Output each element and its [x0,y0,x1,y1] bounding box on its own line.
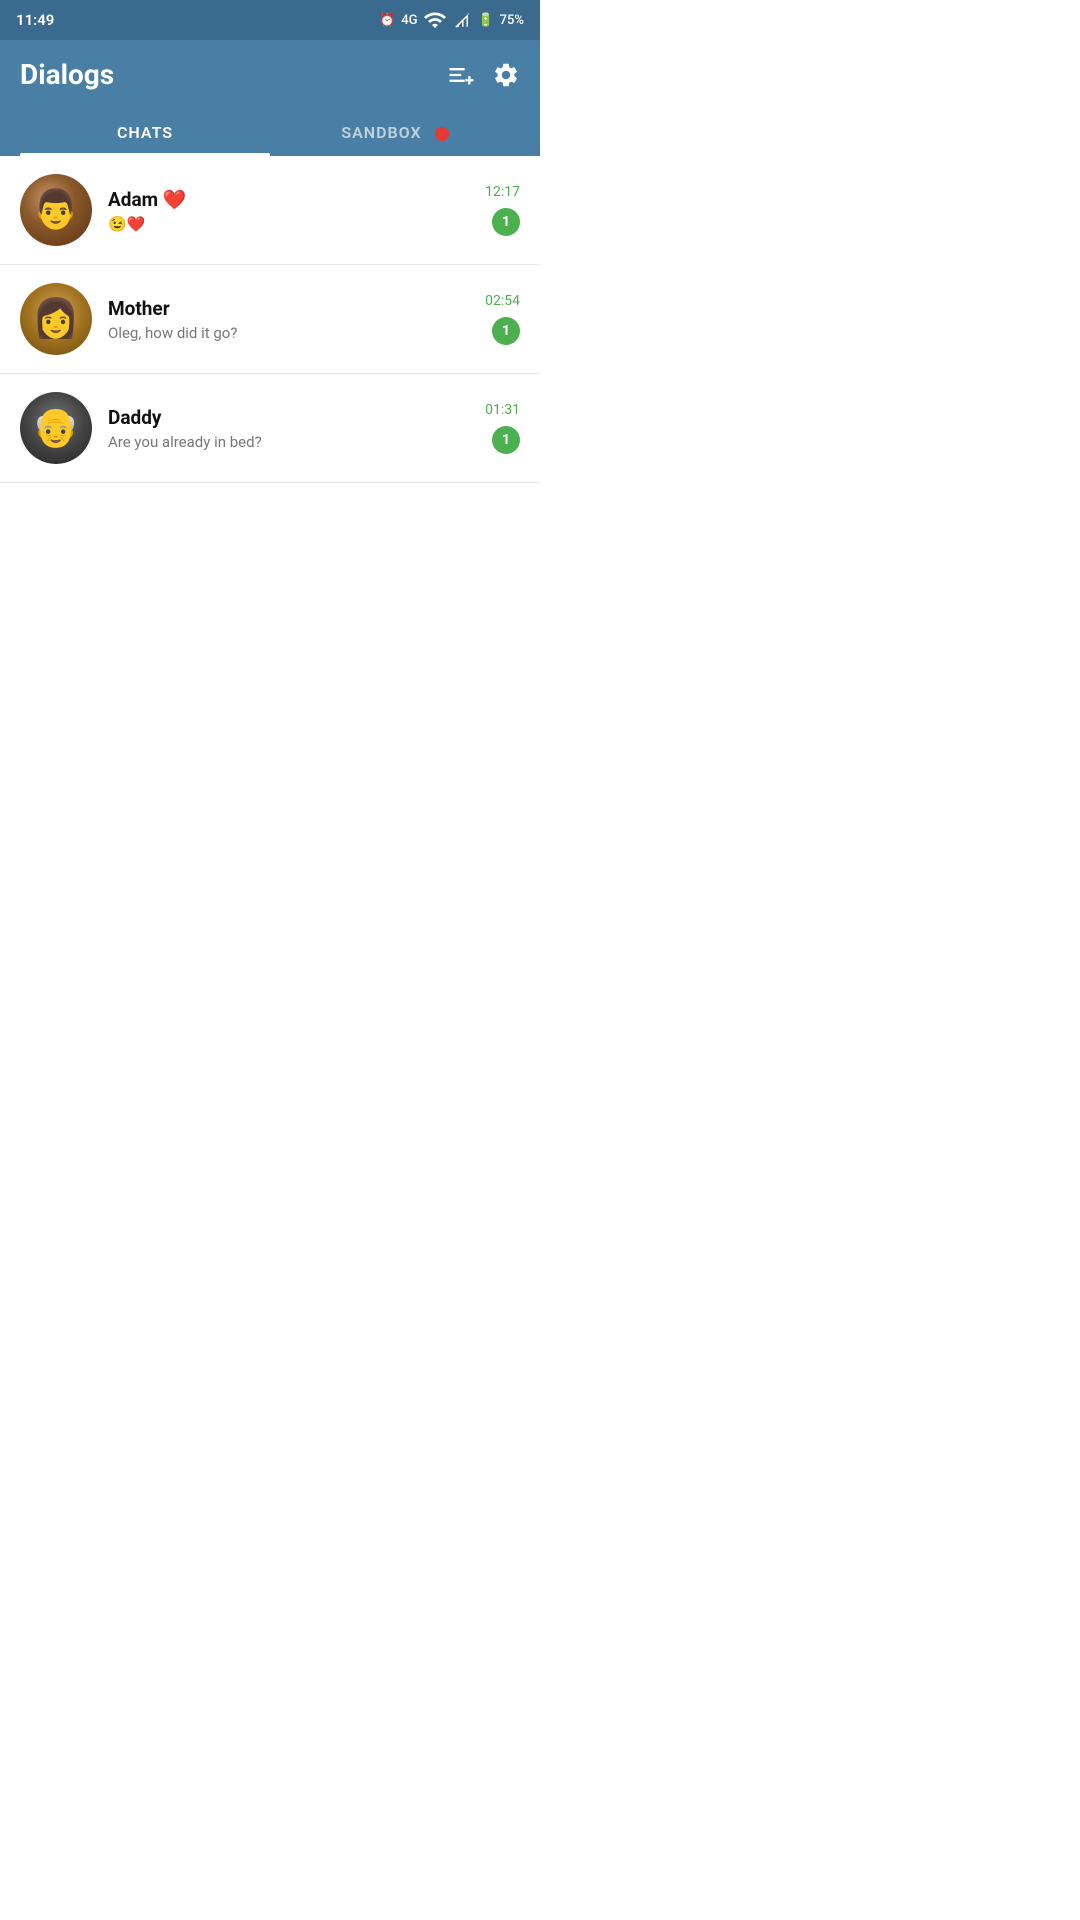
chat-name-mother: Mother [108,297,473,320]
chat-name-daddy: Daddy [108,406,473,429]
status-time: 11:49 [16,11,54,29]
avatar-mother [20,283,92,355]
add-chat-button[interactable] [446,61,474,89]
header-top: Dialogs [20,58,520,109]
chat-name-adam: Adam ❤️ [108,188,473,211]
chat-right-mother: 02:54 1 [485,293,520,345]
battery-percent: 75% [500,13,524,28]
chat-message-mother: Oleg, how did it go? [108,324,473,342]
page-title: Dialogs [20,58,114,91]
alarm-icon: ⏰ [379,13,395,28]
chat-right-adam: 12:17 1 [485,184,520,236]
sandbox-badge [435,127,449,141]
chat-right-daddy: 01:31 1 [485,402,520,454]
chat-time-mother: 02:54 [485,293,520,309]
avatar-adam [20,174,92,246]
chat-content-adam: Adam ❤️ 😉❤️ [108,188,473,233]
chat-time-daddy: 01:31 [485,402,520,418]
status-icons: ⏰ 4G 🔋 75% [379,8,524,32]
chat-content-daddy: Daddy Are you already in bed? [108,406,473,451]
chat-time-adam: 12:17 [485,184,520,200]
battery-icon: 🔋 [477,13,493,28]
network-label: 4G [401,13,417,28]
signal-icon [423,8,447,32]
chat-badge-adam: 1 [492,208,520,236]
chat-message-daddy: Are you already in bed? [108,433,473,451]
settings-button[interactable] [492,61,520,89]
chat-badge-daddy: 1 [492,426,520,454]
chat-item-mother[interactable]: Mother Oleg, how did it go? 02:54 1 [0,265,540,374]
chat-badge-mother: 1 [492,317,520,345]
chat-content-mother: Mother Oleg, how did it go? [108,297,473,342]
signal-x-icon [453,11,471,29]
header-icons [446,61,520,89]
header: Dialogs CHATS SANDBOX [0,40,540,156]
tab-sandbox[interactable]: SANDBOX [270,109,520,156]
avatar-daddy [20,392,92,464]
chat-list: Adam ❤️ 😉❤️ 12:17 1 Mother Oleg, how did… [0,156,540,483]
tab-chats[interactable]: CHATS [20,109,270,156]
chat-item-daddy[interactable]: Daddy Are you already in bed? 01:31 1 [0,374,540,483]
chat-message-adam: 😉❤️ [108,215,473,233]
tabs: CHATS SANDBOX [20,109,520,156]
chat-item-adam[interactable]: Adam ❤️ 😉❤️ 12:17 1 [0,156,540,265]
status-bar: 11:49 ⏰ 4G 🔋 75% [0,0,540,40]
